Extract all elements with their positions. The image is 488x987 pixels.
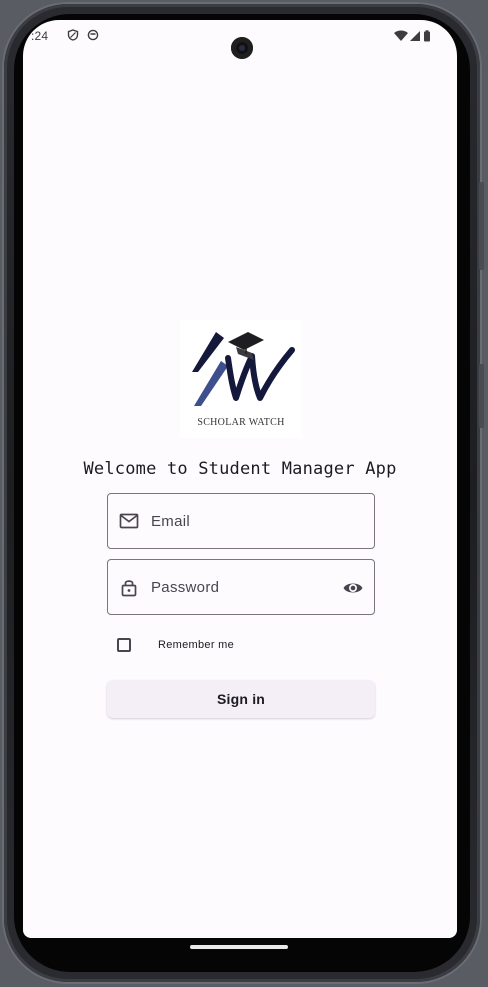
logo-caption: SCHOLAR WATCH: [197, 417, 285, 428]
status-time: :24: [31, 29, 49, 43]
lock-icon: [121, 580, 137, 597]
email-placeholder: Email: [151, 513, 191, 530]
welcome-heading: Welcome to Student Manager App: [83, 459, 397, 479]
signal-icon: [410, 31, 420, 41]
camera-cutout: [231, 37, 253, 59]
remember-me-checkbox[interactable]: [117, 638, 131, 652]
wifi-icon: [394, 30, 408, 41]
volume-button: [479, 182, 484, 270]
system-icons: [393, 29, 433, 42]
password-placeholder: Password: [151, 579, 220, 596]
remember-me-label[interactable]: Remember me: [158, 639, 234, 651]
email-field[interactable]: Email: [107, 493, 375, 549]
battery-icon: [424, 30, 430, 42]
eye-icon[interactable]: [342, 577, 364, 599]
scholar-watch-logo-icon: [192, 332, 295, 406]
shield-icon: [67, 29, 79, 41]
sign-in-button[interactable]: Sign in: [107, 680, 375, 718]
power-button: [479, 364, 484, 428]
mail-icon: [119, 513, 139, 529]
app-screen: :24 SCHOLAR WATCH Welcome to Student Man…: [23, 20, 457, 938]
password-field[interactable]: Password: [107, 559, 375, 615]
circle-status-icon: [87, 29, 99, 41]
status-bar: :24: [23, 20, 457, 59]
app-logo: SCHOLAR WATCH: [180, 320, 302, 438]
home-indicator[interactable]: [190, 945, 288, 949]
